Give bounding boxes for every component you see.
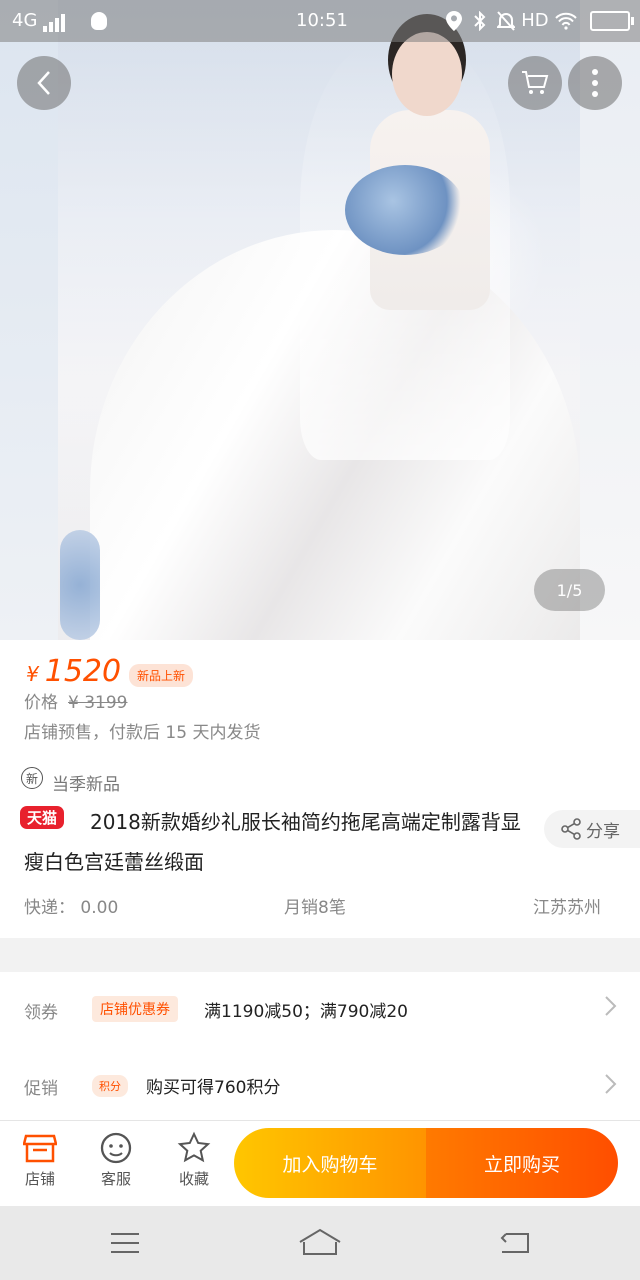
monthly-sales: 月销8笔	[284, 898, 346, 918]
original-price: 价格 ¥ 3199	[24, 688, 127, 713]
status-bar: 4G 10:51 HD	[0, 0, 640, 42]
shipping-fee: 快递： 0.00	[24, 898, 119, 918]
section-divider	[0, 938, 640, 972]
bluetooth-icon	[474, 10, 486, 32]
wifi-icon	[555, 12, 578, 30]
chevron-right-icon[interactable]	[604, 994, 618, 1025]
new-arrival-badge: 新品上新	[129, 664, 194, 687]
cart-icon	[522, 71, 549, 94]
return-icon[interactable]	[498, 1230, 532, 1256]
store-tab-label: 店铺	[24, 1170, 55, 1188]
add-to-cart-button[interactable]: 加入购物车	[234, 1128, 426, 1198]
currency-symbol: ¥	[26, 662, 39, 686]
location-icon	[446, 11, 462, 31]
points-details[interactable]: 购买可得760积分	[146, 1073, 280, 1098]
coupon-details[interactable]: 满1190减50；满790减20	[204, 997, 408, 1022]
ship-from-location: 江苏苏州	[533, 898, 601, 918]
service-tab-label: 客服	[100, 1170, 131, 1188]
cart-button[interactable]	[508, 56, 562, 110]
back-icon	[37, 71, 50, 95]
service-icon	[86, 1128, 146, 1168]
price-value: 1520	[44, 654, 122, 689]
menu-icon[interactable]	[110, 1232, 140, 1254]
tmall-badge: 天猫	[20, 806, 65, 829]
bride-head-shape	[392, 32, 462, 116]
product-title: 2018新款婚纱礼服长袖简约拖尾高端定制露背显瘦白色宫廷蕾丝缎面	[24, 810, 521, 874]
share-label: 分享	[586, 821, 620, 842]
system-nav-bar	[0, 1206, 640, 1280]
new-item-icon: 新	[21, 767, 43, 789]
original-price-value: ¥ 3199	[68, 693, 128, 713]
star-icon	[164, 1128, 224, 1168]
chevron-right-icon[interactable]	[604, 1072, 618, 1103]
signal-icon	[43, 11, 67, 32]
more-button[interactable]	[568, 56, 622, 110]
network-label: 4G	[12, 10, 38, 31]
home-icon[interactable]	[298, 1228, 342, 1256]
share-button[interactable]: 分享	[544, 810, 640, 848]
flowers-decoration	[60, 530, 100, 640]
service-tab[interactable]: 客服	[86, 1128, 146, 1189]
status-left: 4G	[12, 10, 107, 32]
original-price-label: 价格	[24, 693, 58, 713]
mute-icon	[496, 11, 517, 31]
back-button[interactable]	[17, 56, 71, 110]
promotion-panel	[0, 972, 640, 1120]
clock: 10:51	[296, 10, 348, 31]
season-new-label: 当季新品	[52, 775, 120, 795]
store-icon	[10, 1128, 70, 1168]
points-tag: 积分	[92, 1075, 128, 1097]
image-page-indicator: 1/5	[534, 569, 605, 611]
store-tab[interactable]: 店铺	[10, 1128, 70, 1189]
hd-label: HD	[521, 10, 549, 31]
favorite-tab-label: 收藏	[178, 1170, 209, 1188]
sale-price: ¥1520	[26, 654, 121, 689]
presale-note: 店铺预售，付款后 15 天内发货	[24, 723, 261, 743]
favorite-tab[interactable]: 收藏	[164, 1128, 224, 1189]
buy-now-button[interactable]: 立即购买	[426, 1128, 618, 1198]
share-icon	[561, 818, 581, 840]
status-right: HD	[446, 10, 635, 32]
more-icon	[592, 69, 598, 97]
qq-icon	[90, 12, 107, 30]
store-coupon-tag[interactable]: 店铺优惠券	[92, 996, 178, 1022]
bouquet-shape	[345, 165, 465, 255]
battery-icon	[590, 11, 635, 31]
coupon-row-label: 领券	[24, 1003, 58, 1023]
promo-row-label: 促销	[24, 1079, 58, 1099]
